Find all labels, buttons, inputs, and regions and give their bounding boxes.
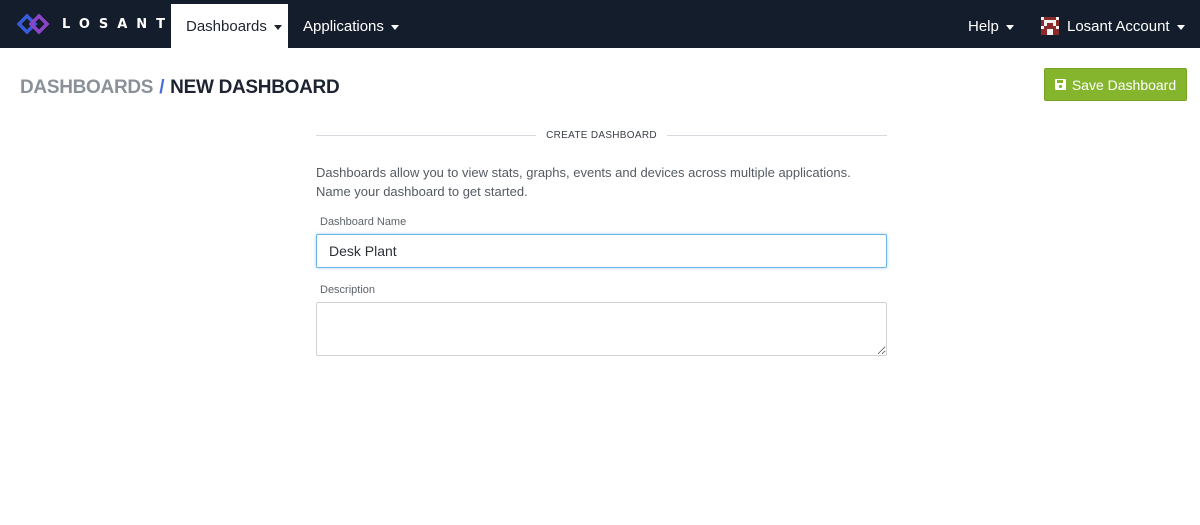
floppy-disk-icon [1054,79,1072,90]
avatar [1041,17,1059,35]
brand[interactable]: LOSANT [16,11,174,37]
chevron-down-icon [1176,24,1185,30]
breadcrumb-separator: / [159,77,165,98]
divider [666,134,887,136]
section-heading-label: CREATE DASHBOARD [546,129,657,141]
breadcrumb-dashboards-link[interactable]: DASHBOARDS [20,77,153,98]
breadcrumb: DASHBOARDS / NEW DASHBOARD [20,77,340,99]
intro-text: Dashboards allow you to view stats, grap… [316,163,887,201]
description-textarea[interactable] [316,302,887,356]
nav-help-menu[interactable]: Help [953,4,1029,48]
nav-applications-menu[interactable]: Applications [288,4,414,48]
page-title: NEW DASHBOARD [170,77,340,98]
nav-dashboards-menu[interactable]: Dashboards [171,4,288,48]
chevron-down-icon [390,24,399,30]
intro-line-2: Name your dashboard to get started. [316,184,528,199]
brand-name: LOSANT [62,16,175,32]
save-dashboard-button[interactable]: Save Dashboard [1044,68,1187,101]
losant-logo-icon [16,13,50,35]
chevron-down-icon [273,24,282,30]
nav-account-menu[interactable]: Losant Account [1026,4,1200,48]
nav-applications-label: Applications [303,17,384,35]
nav-account-label: Losant Account [1067,17,1170,35]
section-heading: CREATE DASHBOARD [316,125,887,145]
create-dashboard-form: CREATE DASHBOARD Dashboards allow you to… [316,125,887,356]
chevron-down-icon [1005,24,1014,30]
nav-help-label: Help [968,17,999,35]
top-navbar: LOSANT Dashboards Applications Help Losa… [0,0,1200,48]
nav-dashboards-label: Dashboards [186,17,267,35]
intro-line-1: Dashboards allow you to view stats, grap… [316,165,851,180]
save-dashboard-label: Save Dashboard [1071,76,1177,93]
dashboard-name-input[interactable] [316,234,887,268]
divider [316,134,537,136]
description-label: Description [320,284,376,296]
dashboard-name-label: Dashboard Name [320,216,407,228]
